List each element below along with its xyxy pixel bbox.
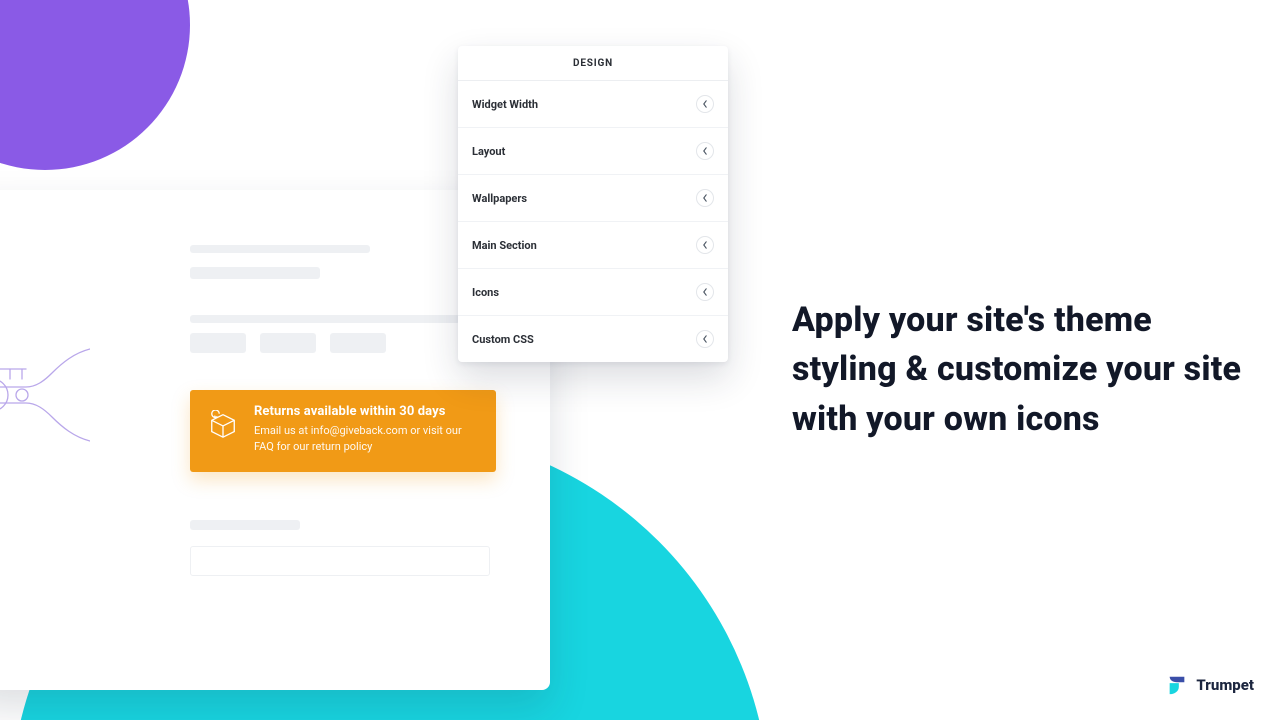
design-row-label: Wallpapers [472, 192, 527, 205]
design-row-label: Custom CSS [472, 333, 534, 346]
product-skeleton [190, 245, 490, 353]
design-panel: DESIGN Widget Width Layout Wallpapers Ma… [458, 46, 728, 362]
chevron-left-icon [696, 330, 714, 348]
brand-name: Trumpet [1196, 676, 1254, 694]
design-row-icons[interactable]: Icons [458, 269, 728, 316]
chevron-left-icon [696, 189, 714, 207]
banner-title: Returns available within 30 days [254, 404, 480, 419]
design-row-widget-width[interactable]: Widget Width [458, 81, 728, 128]
trumpet-logo-icon [1166, 674, 1188, 696]
design-row-label: Main Section [472, 239, 537, 252]
chevron-left-icon [696, 142, 714, 160]
marketing-headline: Apply your site's theme styling & custom… [792, 296, 1252, 444]
chevron-left-icon [696, 236, 714, 254]
returns-banner: Returns available within 30 days Email u… [190, 390, 496, 472]
decor-circle-purple [0, 0, 190, 170]
design-row-wallpapers[interactable]: Wallpapers [458, 175, 728, 222]
design-row-layout[interactable]: Layout [458, 128, 728, 175]
banner-body: Email us at info@giveback.com or visit o… [254, 423, 480, 455]
chevron-left-icon [696, 283, 714, 301]
design-row-label: Icons [472, 286, 499, 299]
design-row-custom-css[interactable]: Custom CSS [458, 316, 728, 362]
brand: Trumpet [1166, 674, 1254, 696]
trumpet-illustration [0, 325, 90, 445]
design-panel-title: DESIGN [458, 46, 728, 81]
chevron-left-icon [696, 95, 714, 113]
returns-box-icon [208, 410, 238, 440]
design-row-label: Widget Width [472, 98, 538, 111]
form-skeleton [190, 520, 490, 576]
design-row-label: Layout [472, 145, 505, 158]
design-row-main-section[interactable]: Main Section [458, 222, 728, 269]
marketing-slide: Returns available within 30 days Email u… [0, 0, 1280, 720]
